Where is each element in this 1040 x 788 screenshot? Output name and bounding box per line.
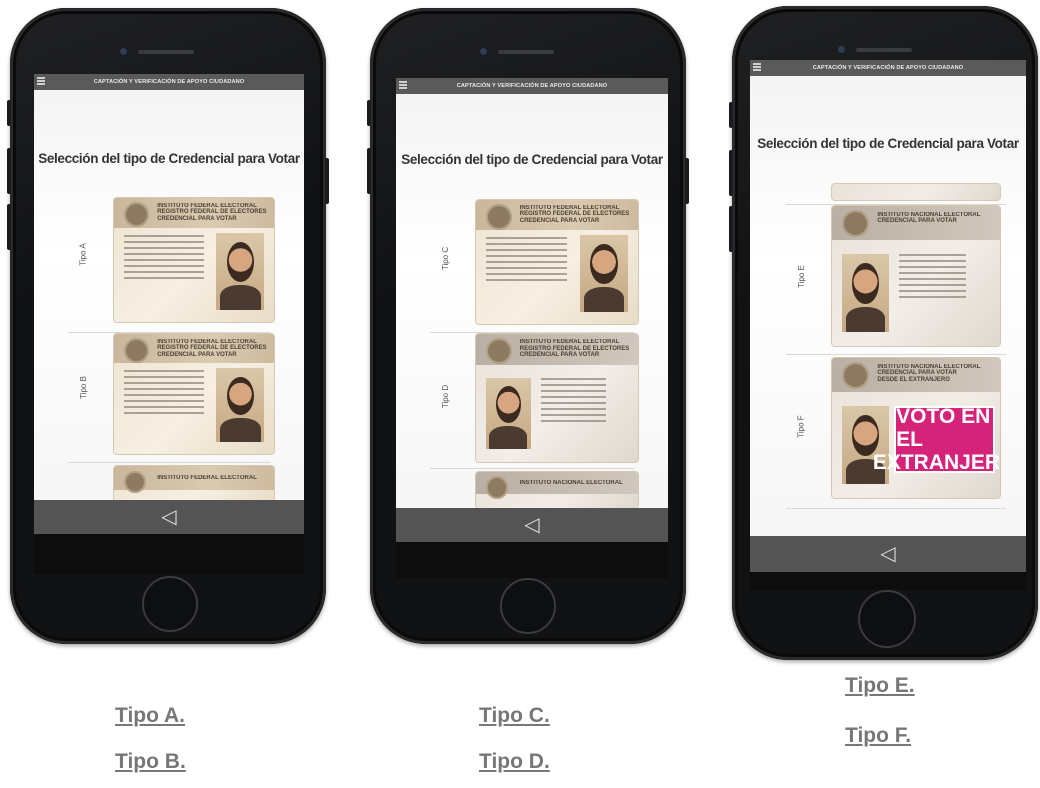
- page-title: Selección del tipo de Credencial para Vo…: [38, 151, 300, 166]
- hamburger-menu-icon[interactable]: [399, 81, 407, 90]
- camera-icon: [480, 48, 487, 55]
- side-button: [325, 158, 329, 204]
- app-title: CAPTACIÓN Y VERIFICACIÓN DE APOYO CIUDAD…: [812, 65, 964, 71]
- speaker-grille: [138, 50, 194, 54]
- row-label-tipo-a: Tipo A: [78, 243, 88, 266]
- row-divider: [68, 332, 270, 333]
- caption-tipo-b[interactable]: Tipo B.: [115, 750, 186, 774]
- speaker-grille: [498, 50, 554, 54]
- card-photo: [842, 253, 890, 332]
- row-divider: [68, 462, 270, 463]
- voto-line-2: EXTRANJERO: [872, 450, 1000, 474]
- row-divider: [786, 354, 1006, 355]
- card-photo: [579, 234, 629, 312]
- caption-tipo-a[interactable]: Tipo A.: [115, 704, 185, 728]
- app-header-bar: CAPTACIÓN Y VERIFICACIÓN DE APOYO CIUDAD…: [750, 60, 1026, 76]
- phone-screen: CAPTACIÓN Y VERIFICACIÓN DE APOYO CIUDAD…: [396, 78, 668, 578]
- speaker-grille: [856, 48, 912, 52]
- back-triangle-icon[interactable]: ◁: [524, 515, 539, 535]
- side-button: [7, 148, 11, 194]
- side-button: [7, 100, 11, 126]
- hamburger-menu-icon[interactable]: [37, 77, 45, 86]
- row-divider: [786, 508, 1006, 509]
- card-subheader-text: CREDENCIAL PARA VOTAR: [519, 352, 600, 359]
- app-header-bar: CAPTACIÓN Y VERIFICACIÓN DE APOYO CIUDAD…: [34, 74, 304, 90]
- row-label-tipo-c: Tipo C: [441, 246, 451, 271]
- side-button: [7, 204, 11, 250]
- card-photo: [216, 232, 265, 310]
- credential-card-tipo-d[interactable]: INSTITUTO FEDERAL ELECTORAL REGISTRO FED…: [476, 334, 638, 462]
- row-label-tipo-f: Tipo F: [796, 415, 806, 438]
- phone-screen: CAPTACIÓN Y VERIFICACIÓN DE APOYO CIUDAD…: [750, 60, 1026, 590]
- camera-icon: [120, 48, 127, 55]
- card-subheader-text: CREDENCIAL PARA VOTAR: [519, 217, 600, 224]
- caption-tipo-f[interactable]: Tipo F.: [845, 724, 911, 748]
- card-photo: [216, 367, 265, 442]
- android-nav-bar: ◁: [34, 500, 304, 534]
- screen-content: Selección del tipo de Credencial para Vo…: [750, 76, 1026, 536]
- seal-icon: [485, 476, 509, 499]
- app-header-bar: CAPTACIÓN Y VERIFICACIÓN DE APOYO CIUDAD…: [396, 78, 668, 94]
- card-subheader-text: CREDENCIAL PARA VOTAR: [157, 215, 237, 222]
- card-subheader-text: REGISTRO FEDERAL DE ELECTORES: [519, 211, 630, 218]
- back-triangle-icon[interactable]: ◁: [880, 544, 895, 564]
- home-button[interactable]: [858, 590, 916, 648]
- phone-screen: CAPTACIÓN Y VERIFICACIÓN DE APOYO CIUDAD…: [34, 74, 304, 574]
- page-title: Selección del tipo de Credencial para Vo…: [401, 152, 663, 167]
- caption-tipo-e[interactable]: Tipo E.: [845, 674, 915, 698]
- side-button: [729, 102, 733, 128]
- camera-icon: [838, 46, 845, 53]
- back-triangle-icon[interactable]: ◁: [161, 507, 176, 527]
- seal-icon: [485, 337, 512, 364]
- credential-card-tipo-c[interactable]: INSTITUTO FEDERAL ELECTORAL REGISTRO FED…: [476, 200, 638, 324]
- card-subheader-text: CREDENCIAL PARA VOTAR: [877, 218, 957, 225]
- side-button: [685, 158, 689, 204]
- android-nav-bar: ◁: [396, 508, 668, 542]
- side-button: [367, 148, 371, 194]
- row-label-tipo-b: Tipo B: [78, 376, 88, 399]
- card-subheader-text: REGISTRO FEDERAL DE ELECTORES: [157, 209, 267, 216]
- voto-extranjero-badge: VOTO EN EL EXTRANJERO: [873, 404, 1000, 474]
- screen-content: Selección del tipo de Credencial para Vo…: [396, 94, 668, 508]
- seal-icon: [842, 362, 869, 390]
- side-button: [729, 150, 733, 196]
- card-header-text: INSTITUTO FEDERAL ELECTORAL: [519, 339, 620, 346]
- row-label-tipo-d: Tipo D: [441, 384, 451, 409]
- seal-icon: [842, 210, 869, 238]
- row-label-tipo-e: Tipo E: [796, 265, 806, 288]
- page-title: Selección del tipo de Credencial para Vo…: [757, 136, 1019, 151]
- side-button: [367, 100, 371, 126]
- seal-icon: [485, 203, 512, 230]
- card-subheader-text: DESDE EL EXTRANJERO: [877, 376, 950, 383]
- app-title: CAPTACIÓN Y VERIFICACIÓN DE APOYO CIUDAD…: [456, 83, 608, 89]
- credential-card-tipo-f[interactable]: INSTITUTO NACIONAL ELECTORAL CREDENCIAL …: [832, 358, 1000, 498]
- credential-card-tipo-e[interactable]: INSTITUTO NACIONAL ELECTORAL CREDENCIAL …: [832, 206, 1000, 346]
- credential-card-tipo-b[interactable]: INSTITUTO FEDERAL ELECTORAL REGISTRO FED…: [114, 334, 274, 454]
- card-subheader-text: CREDENCIAL PARA VOTAR: [157, 351, 237, 358]
- phone-3: CAPTACIÓN Y VERIFICACIÓN DE APOYO CIUDAD…: [729, 6, 1038, 660]
- row-divider: [786, 204, 1006, 205]
- side-button: [729, 206, 733, 252]
- caption-tipo-d[interactable]: Tipo D.: [479, 750, 550, 774]
- row-divider: [430, 332, 634, 333]
- seal-icon: [123, 470, 146, 494]
- card-header-text: INSTITUTO NACIONAL ELECTORAL: [519, 479, 623, 486]
- hamburger-menu-icon[interactable]: [753, 63, 761, 72]
- home-button[interactable]: [142, 576, 198, 632]
- credential-card-partial[interactable]: INSTITUTO NACIONAL ELECTORAL: [476, 472, 638, 508]
- caption-tipo-c[interactable]: Tipo C.: [479, 704, 550, 728]
- card-photo: [485, 377, 532, 450]
- card-subheader-text: REGISTRO FEDERAL DE ELECTORES: [157, 345, 267, 352]
- app-title: CAPTACIÓN Y VERIFICACIÓN DE APOYO CIUDAD…: [93, 79, 245, 85]
- screen-content: Selección del tipo de Credencial para Vo…: [34, 90, 304, 506]
- phone-2: CAPTACIÓN Y VERIFICACIÓN DE APOYO CIUDAD…: [367, 8, 689, 644]
- phone-1: CAPTACIÓN Y VERIFICACIÓN DE APOYO CIUDAD…: [7, 8, 329, 644]
- android-nav-bar: ◁: [750, 536, 1026, 572]
- home-button[interactable]: [500, 578, 556, 634]
- voto-line-1: VOTO EN EL: [896, 404, 991, 451]
- credential-card-partial[interactable]: [832, 184, 1000, 200]
- card-header-text: INSTITUTO FEDERAL ELECTORAL: [157, 474, 257, 481]
- credential-card-tipo-a[interactable]: INSTITUTO FEDERAL ELECTORAL REGISTRO FED…: [114, 198, 274, 322]
- row-divider: [430, 468, 634, 469]
